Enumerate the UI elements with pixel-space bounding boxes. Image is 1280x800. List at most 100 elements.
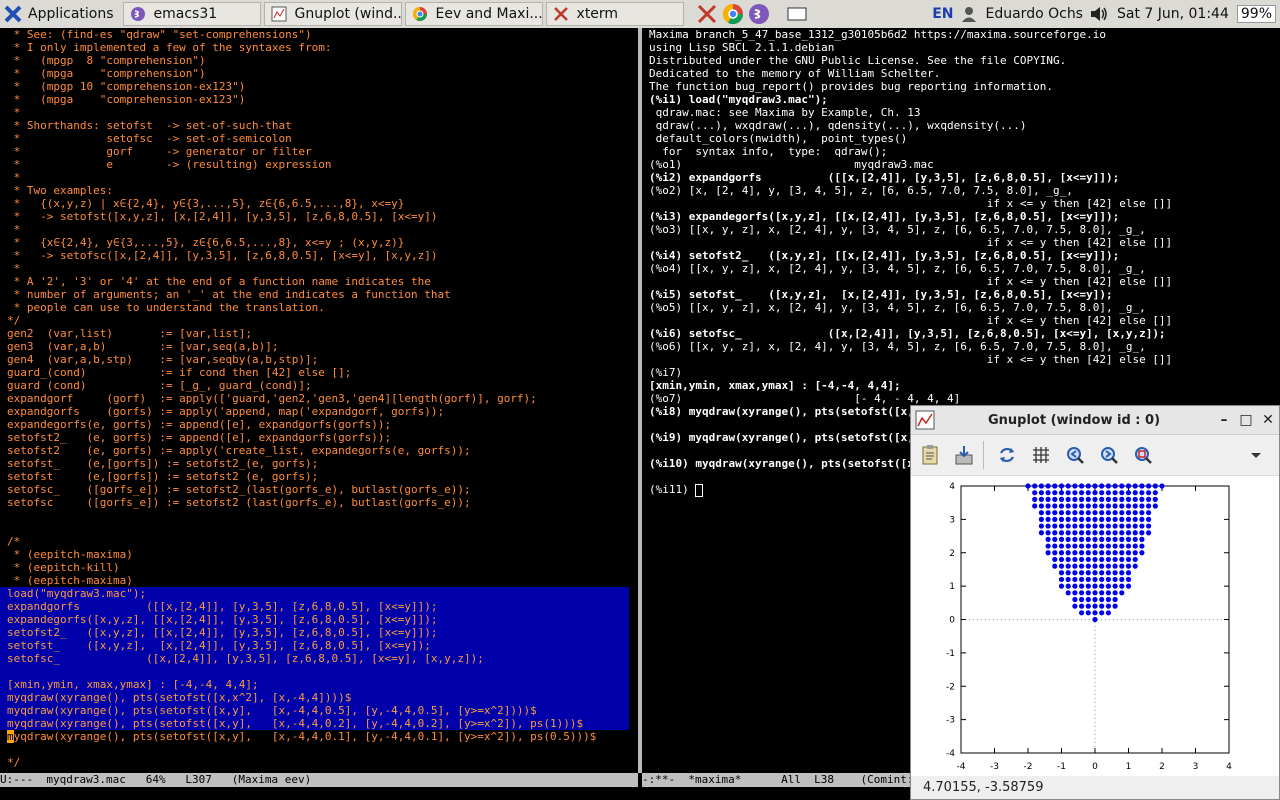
data-point [1092,570,1098,576]
data-point [1058,503,1065,509]
chrome-launcher-icon[interactable] [722,3,744,25]
data-point [1119,523,1125,529]
data-point [1105,496,1111,502]
data-point [1119,543,1125,549]
mode-line-right: -:**- *maxima* All L38 (Comint:r [642,773,921,787]
data-point [1132,510,1138,516]
code-line: * [7,223,21,236]
data-point [1125,583,1132,589]
code-line: guard_(cond) := if cond then [42] else [… [7,366,352,379]
data-point [1065,490,1071,496]
zoom-previous-button[interactable] [1060,441,1090,469]
code-line: * people can use to understand the trans… [7,301,325,314]
code-line: */ [7,314,21,327]
data-point [1119,536,1125,542]
code-line: * See: (find-es "qdraw" "set-comprehensi… [7,28,312,41]
code-line: gen4 (var,a,b,stp) := [var,seqby(a,b,stp… [7,353,319,366]
data-point [1099,596,1105,603]
battery-indicator[interactable]: 99% [1236,5,1276,23]
data-point [1079,516,1085,522]
task-button-xterm[interactable]: xterm [545,2,684,26]
applications-menu[interactable]: Applications [0,0,120,28]
data-point [1058,583,1065,589]
copy-clipboard-button[interactable] [915,441,945,469]
data-point [1139,516,1145,522]
data-point [1079,563,1085,569]
maximize-button[interactable]: □ [1235,412,1257,428]
autoscale-button[interactable] [1128,441,1158,469]
maxima-input-line: (%i4) setofst2_ ([x,y,z], [[x,[2,4]], [y… [649,249,1120,262]
maxima-output-line: (%o2) [x, [2, 4], y, [3, 4, 5], z, [6, 6… [649,184,1073,197]
emacs-launcher-icon[interactable] [748,3,770,25]
data-point [1085,563,1091,569]
code-line: * (mpgp 10 "comprehension-ex123") [7,80,246,93]
data-point [1045,503,1051,509]
data-point [1139,536,1145,542]
data-point [1105,590,1111,596]
data-point [1099,496,1105,502]
maxima-output-line: Maxima branch_5_47_base_1312_g30105b6d2 … [649,28,1106,41]
xterm-launcher-icon[interactable] [696,3,718,25]
data-point [1105,610,1111,616]
task-button-chrome[interactable]: Eev and Maxi... [404,2,543,26]
data-point [1065,503,1071,509]
replot-button[interactable] [992,441,1022,469]
data-point [1045,483,1051,489]
data-point [1146,510,1152,516]
code-line: * {(x,y,z) | x∈{2,4}, y∈{3,...,5}, z∈{6,… [7,197,405,210]
data-point [1065,536,1071,542]
user-name[interactable]: Eduardo Ochs [986,6,1083,22]
gnuplot-icon [915,410,935,430]
close-button[interactable]: ✕ [1257,412,1279,428]
gnuplot-titlebar[interactable]: Gnuplot (window id : 0) – □ ✕ [911,406,1279,435]
replot-icon [1000,447,1014,463]
data-point [1119,550,1125,556]
task-button-gnuplot[interactable]: Gnuplot (wind... [263,2,402,26]
minimize-button[interactable]: – [1213,412,1235,428]
data-point [1052,550,1058,556]
data-point [1125,483,1132,489]
y-tick-label: 2 [949,549,955,559]
x-tick-label: 2 [1159,762,1165,772]
data-point [1099,556,1105,563]
data-point [1119,510,1125,516]
clock[interactable]: Sat 7 Jun, 01:44 [1117,6,1229,22]
maxima-output-line: (%o6) [[x, y, z], x, [2, 4], y, [3, 4, 5… [649,340,1146,353]
data-point [1052,530,1058,536]
y-tick-label: -2 [946,682,955,692]
emacs-left-window[interactable]: * See: (find-es "qdraw" "set-comprehensi… [0,28,638,773]
zoom-next-button[interactable] [1094,441,1124,469]
data-point [1079,523,1085,529]
data-point [1119,503,1125,509]
data-point [1099,530,1105,536]
volume-icon[interactable] [1089,5,1109,23]
maxima-output-line: if x <= y then [42] else []] [649,314,1173,327]
code-line: * [7,262,21,275]
data-point [1125,496,1132,502]
gnuplot-window[interactable]: Gnuplot (window id : 0) – □ ✕ -4 -3 -2 -1 0 1… [910,405,1280,800]
keyboard-layout[interactable]: EN [932,6,953,22]
data-point [1058,516,1065,522]
code-line: * (eepitch-kill) [7,561,120,574]
y-tick-label: -1 [946,649,955,659]
export-button[interactable] [949,441,979,469]
task-button-emacs[interactable]: emacs31 [122,2,261,26]
data-point [1025,483,1031,489]
y-tick-label: 4 [949,482,955,492]
data-point [1079,483,1085,489]
maxima-output-line: if x <= y then [42] else []] [649,353,1173,366]
data-point [1146,503,1152,509]
plot-area[interactable]: -4 -3 -2 -1 0 1 2 3 4 -4 -3 -2 -1 0 1 2 3 4 [911,476,1279,776]
grid-button[interactable] [1026,441,1056,469]
data-point [1058,510,1065,516]
data-point [1072,530,1078,536]
maxima-output-line: (%o4) [[x, y, z], x, [2, 4], y, [3, 4, 5… [649,262,1146,275]
workspace-switcher-icon[interactable] [786,3,808,25]
x-tick-label: 4 [1226,762,1232,772]
data-point [1072,510,1078,516]
data-point [1112,536,1118,542]
toolbar-menu-button[interactable] [1241,441,1271,469]
data-point [1105,570,1111,576]
data-point [1092,590,1098,596]
